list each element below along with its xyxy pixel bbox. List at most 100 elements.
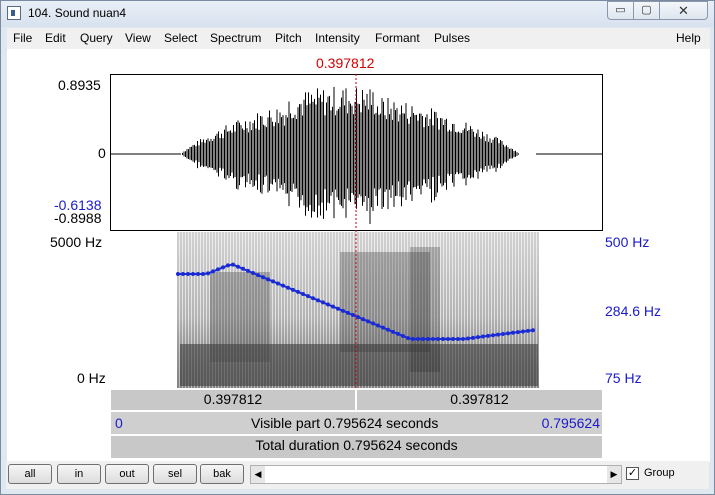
- pitch-point: [516, 330, 520, 335]
- pitch-point: [371, 321, 375, 326]
- pitch-point: [251, 271, 255, 276]
- title-bar: 104. Sound nuan4 ▭ ▢ ✕: [1, 1, 714, 27]
- maximize-icon: ▢: [641, 4, 652, 16]
- visible-end-label: 0.795624: [541, 415, 600, 431]
- pitch-point: [261, 275, 265, 280]
- horizontal-scrollbar[interactable]: ◀ ▶: [250, 465, 622, 484]
- pitch-point: [461, 337, 465, 341]
- zoom-sel-button[interactable]: sel: [153, 464, 197, 484]
- pitch-point: [441, 337, 445, 341]
- pitch-point: [471, 335, 475, 340]
- minimize-icon: ▭: [615, 4, 626, 16]
- menu-select[interactable]: Select: [164, 31, 197, 45]
- pitch-point: [346, 310, 350, 315]
- pitch-point: [196, 272, 200, 276]
- pitch-point: [381, 325, 385, 330]
- pitch-point: [446, 337, 450, 341]
- pitch-point: [436, 337, 440, 341]
- pitch-point: [311, 296, 315, 301]
- group-label: Group: [644, 467, 675, 479]
- pitch-point: [416, 337, 420, 341]
- menu-view[interactable]: View: [125, 31, 151, 45]
- pitch-point: [271, 279, 275, 284]
- pitch-point: [221, 265, 225, 270]
- pitch-mid-label: 284.6 Hz: [605, 303, 662, 319]
- pitch-point: [231, 262, 235, 267]
- pitch-point: [386, 327, 390, 332]
- pitch-point: [336, 306, 340, 311]
- pitch-point: [481, 334, 485, 339]
- zoom-out-button[interactable]: out: [105, 464, 149, 484]
- scroll-right-icon[interactable]: ▶: [607, 466, 621, 483]
- pitch-point: [431, 337, 435, 341]
- menu-bar: File Edit Query View Select Spectrum Pit…: [7, 28, 710, 50]
- pitch-point: [326, 302, 330, 307]
- scroll-left-icon[interactable]: ◀: [251, 466, 265, 483]
- pitch-point: [366, 319, 370, 324]
- pitch-point: [531, 328, 535, 333]
- menu-pitch[interactable]: Pitch: [275, 31, 302, 45]
- pitch-point: [181, 272, 185, 276]
- maximize-button[interactable]: ▢: [633, 1, 660, 20]
- pitch-point: [466, 336, 470, 341]
- zoom-back-button[interactable]: bak: [200, 464, 244, 484]
- time-segment-right[interactable]: 0.397812: [356, 389, 603, 411]
- window-title: 104. Sound nuan4: [28, 6, 127, 20]
- pitch-bottom-label: 75 Hz: [605, 370, 642, 386]
- pitch-point: [176, 272, 180, 276]
- pitch-point: [361, 317, 365, 322]
- pitch-point: [331, 304, 335, 309]
- pitch-point: [281, 283, 285, 288]
- cursor-line: [355, 74, 357, 390]
- visible-start-label: 0: [115, 415, 123, 431]
- group-checkbox[interactable]: ✓: [626, 467, 639, 480]
- total-duration-bar[interactable]: Total duration 0.795624 seconds: [110, 435, 603, 459]
- pitch-point: [241, 266, 245, 271]
- pitch-point: [411, 337, 415, 341]
- pitch-point: [486, 333, 490, 338]
- pitch-point: [391, 329, 395, 334]
- pitch-point: [236, 264, 240, 269]
- pitch-point: [201, 272, 205, 276]
- pitch-point: [306, 294, 310, 299]
- pitch-point: [506, 331, 510, 336]
- menu-spectrum[interactable]: Spectrum: [210, 31, 261, 45]
- time-segment-left[interactable]: 0.397812: [110, 389, 356, 411]
- pitch-point: [511, 330, 515, 335]
- waveform-y-min-label: -0.8988: [54, 210, 102, 226]
- spectrogram-freq-bottom-label: 0 Hz: [77, 370, 106, 386]
- bottom-toolbar: all in out sel bak ◀ ▶ ✓ Group: [6, 461, 709, 489]
- pitch-point: [276, 281, 280, 286]
- close-icon: ✕: [678, 3, 689, 18]
- pitch-point: [321, 300, 325, 305]
- menu-query[interactable]: Query: [80, 31, 113, 45]
- menu-formant[interactable]: Formant: [375, 31, 420, 45]
- close-button[interactable]: ✕: [659, 1, 708, 20]
- pitch-point: [396, 331, 400, 336]
- pitch-point: [191, 272, 195, 276]
- pitch-point: [246, 268, 250, 273]
- pitch-point: [501, 332, 505, 337]
- praat-app-icon[interactable]: [7, 6, 21, 20]
- menu-file[interactable]: File: [13, 31, 32, 45]
- pitch-point: [286, 285, 290, 290]
- menu-intensity[interactable]: Intensity: [315, 31, 360, 45]
- pitch-point: [291, 287, 295, 292]
- minimize-button[interactable]: ▭: [607, 1, 634, 20]
- zoom-in-button[interactable]: in: [57, 464, 101, 484]
- pitch-point: [476, 335, 480, 340]
- menu-edit[interactable]: Edit: [45, 31, 66, 45]
- pitch-point: [491, 333, 495, 338]
- cursor-time-label: 0.397812: [316, 55, 375, 71]
- pitch-point: [296, 289, 300, 294]
- zoom-all-button[interactable]: all: [8, 464, 52, 484]
- waveform-y-max-label: 0.8935: [58, 77, 101, 93]
- pitch-point: [451, 337, 455, 341]
- pitch-top-label: 500 Hz: [605, 234, 650, 250]
- pitch-point: [426, 337, 430, 341]
- menu-help[interactable]: Help: [676, 31, 701, 45]
- menu-pulses[interactable]: Pulses: [434, 31, 470, 45]
- visible-part-bar[interactable]: 0 Visible part 0.795624 seconds 0.795624: [110, 411, 603, 435]
- visible-part-text: Visible part 0.795624 seconds: [251, 415, 439, 431]
- pitch-point: [301, 292, 305, 297]
